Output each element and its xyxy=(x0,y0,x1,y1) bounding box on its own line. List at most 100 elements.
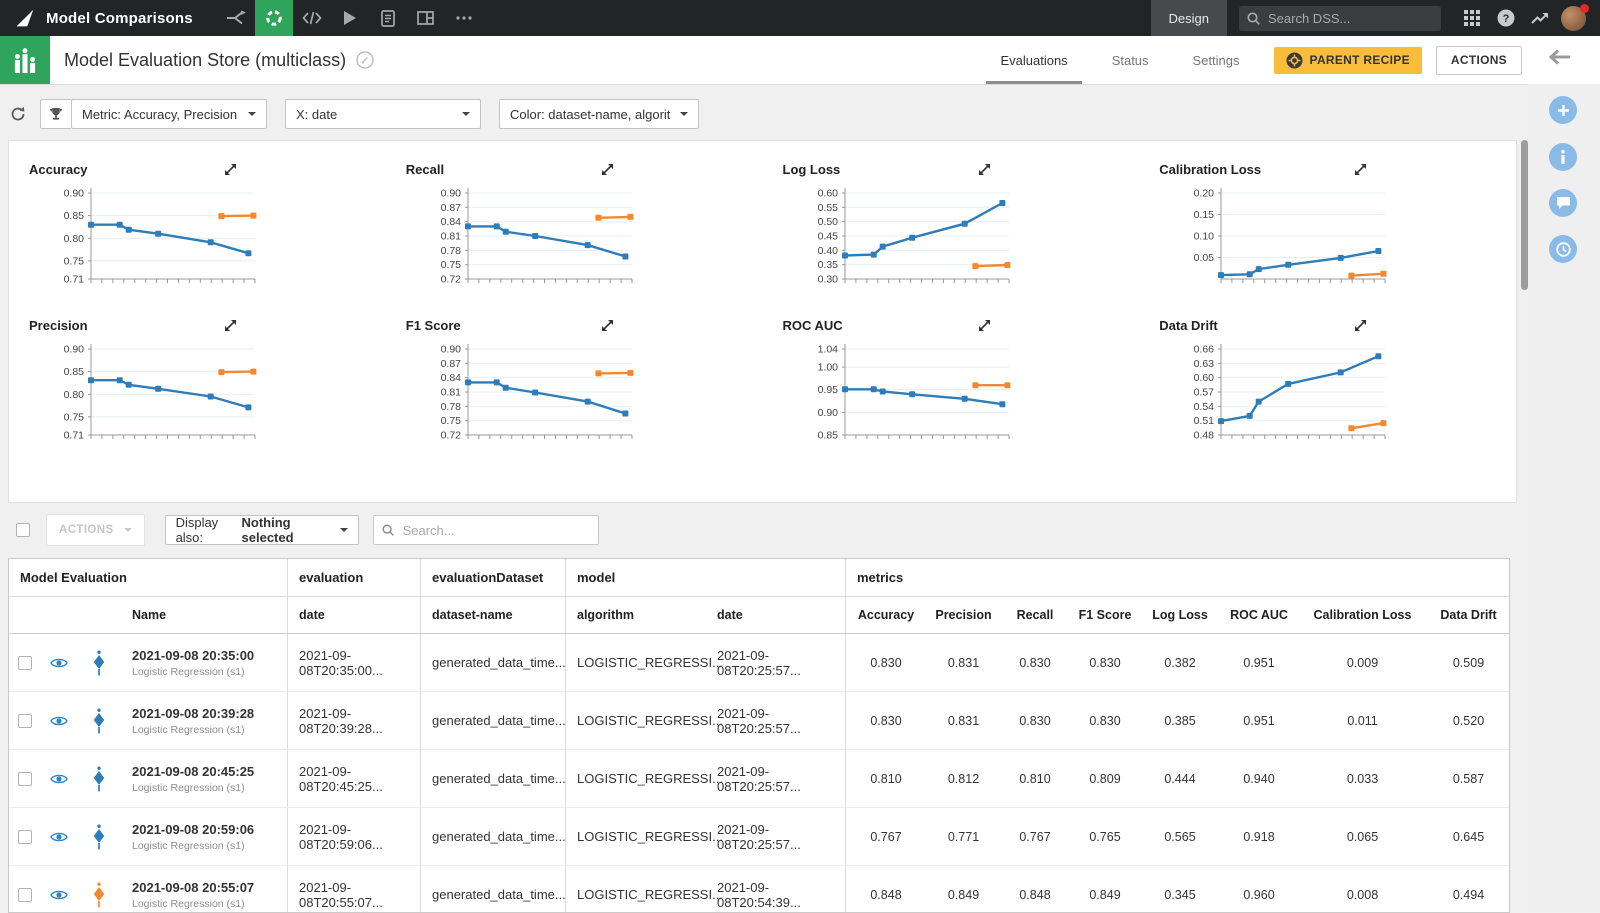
table-row[interactable]: 2021-09-08 20:39:28Logistic Regression (… xyxy=(9,692,1509,750)
metric-value: 0.918 xyxy=(1219,808,1299,865)
chart-plot: 0.900.850.800.750.71 xyxy=(43,339,386,463)
col-header-precision[interactable]: Precision xyxy=(926,597,1001,633)
evaluation-name-cell[interactable]: 2021-09-08 20:39:28Logistic Regression (… xyxy=(121,692,288,749)
preview-eye-icon[interactable] xyxy=(41,808,77,865)
col-header-accuracy[interactable]: Accuracy xyxy=(846,597,926,633)
table-actions-button[interactable]: ACTIONS xyxy=(46,514,145,546)
table-row[interactable]: 2021-09-08 20:35:00Logistic Regression (… xyxy=(9,634,1509,692)
code-icon[interactable] xyxy=(293,0,331,36)
parent-recipe-button[interactable]: PARENT RECIPE xyxy=(1274,47,1422,74)
refresh-icon[interactable] xyxy=(10,106,26,122)
dss-search-input[interactable] xyxy=(1266,10,1420,27)
vertical-scrollbar[interactable] xyxy=(1521,140,1528,290)
row-checkbox[interactable] xyxy=(9,634,41,691)
history-icon[interactable] xyxy=(1549,235,1577,263)
table-row[interactable]: 2021-09-08 20:45:25Logistic Regression (… xyxy=(9,750,1509,808)
svg-text:0.85: 0.85 xyxy=(64,210,85,222)
model-date: 2021-09-08T20:25:57... xyxy=(706,634,846,691)
notebook-icon[interactable] xyxy=(369,0,407,36)
col-header-data-drift[interactable]: Data Drift xyxy=(1426,597,1510,633)
metric-value: 0.008 xyxy=(1299,866,1426,913)
info-icon[interactable] xyxy=(1549,143,1577,171)
metric-value: 0.771 xyxy=(926,808,1001,865)
chart-title: Data Drift xyxy=(1159,318,1218,333)
preview-eye-icon[interactable] xyxy=(41,750,77,807)
expand-chart-icon[interactable] xyxy=(224,319,237,332)
col-header-date[interactable]: date xyxy=(288,597,421,633)
chart-log-loss: Log Loss0.600.550.500.450.400.350.30 xyxy=(763,141,1140,297)
svg-text:0.10: 0.10 xyxy=(1194,231,1215,243)
preview-eye-icon[interactable] xyxy=(41,866,77,913)
preview-eye-icon[interactable] xyxy=(41,692,77,749)
top-navbar: Model Comparisons Design xyxy=(0,0,1600,36)
table-row[interactable]: 2021-09-08 20:59:06Logistic Regression (… xyxy=(9,808,1509,866)
dss-search-box[interactable] xyxy=(1239,6,1441,31)
expand-chart-icon[interactable] xyxy=(1354,319,1367,332)
expand-chart-icon[interactable] xyxy=(601,319,614,332)
display-also-select[interactable]: Display also:Nothing selected xyxy=(165,515,359,545)
evaluation-name-cell[interactable]: 2021-09-08 20:55:07Logistic Regression (… xyxy=(121,866,288,913)
actions-button[interactable]: ACTIONS xyxy=(1436,46,1522,75)
automl-icon[interactable] xyxy=(255,0,293,36)
col-header-roc-auc[interactable]: ROC AUC xyxy=(1219,597,1299,633)
col-header-dataset-name[interactable]: dataset-name xyxy=(421,597,566,633)
svg-text:0.05: 0.05 xyxy=(1194,252,1215,264)
metric-value: 0.849 xyxy=(926,866,1001,913)
page-title: Model Evaluation Store (multiclass) xyxy=(64,50,346,71)
table-search-box[interactable] xyxy=(373,515,599,545)
x-axis-select[interactable]: X: date xyxy=(285,99,481,129)
col-header-f1-score[interactable]: F1 Score xyxy=(1069,597,1141,633)
row-checkbox[interactable] xyxy=(9,750,41,807)
expand-chart-icon[interactable] xyxy=(978,319,991,332)
evaluation-name-cell[interactable]: 2021-09-08 20:35:00Logistic Regression (… xyxy=(121,634,288,691)
dashboard-icon[interactable] xyxy=(407,0,445,36)
evaluation-name: 2021-09-08 20:35:00 xyxy=(132,648,254,663)
tab-evaluations[interactable]: Evaluations xyxy=(1000,36,1067,84)
svg-text:0.75: 0.75 xyxy=(64,411,85,423)
table-search-input[interactable] xyxy=(401,522,585,539)
chevron-down-icon xyxy=(248,112,256,120)
tab-settings[interactable]: Settings xyxy=(1193,36,1240,84)
svg-text:0.90: 0.90 xyxy=(64,188,85,200)
col-header-name[interactable]: Name xyxy=(121,597,288,633)
col-header-log-loss[interactable]: Log Loss xyxy=(1141,597,1219,633)
play-icon[interactable] xyxy=(331,0,369,36)
table-row[interactable]: 2021-09-08 20:55:07Logistic Regression (… xyxy=(9,866,1509,913)
chart-plot: 0.900.870.840.810.780.750.72 xyxy=(420,339,763,463)
preview-eye-icon[interactable] xyxy=(41,634,77,691)
flow-icon[interactable] xyxy=(217,0,255,36)
design-menu[interactable]: Design xyxy=(1151,0,1227,36)
comments-icon[interactable] xyxy=(1549,189,1577,217)
tab-status[interactable]: Status xyxy=(1112,36,1149,84)
evaluation-name-cell[interactable]: 2021-09-08 20:59:06Logistic Regression (… xyxy=(121,808,288,865)
collapse-arrow-icon[interactable] xyxy=(1548,49,1572,65)
add-icon[interactable] xyxy=(1549,96,1577,124)
trending-icon[interactable] xyxy=(1523,0,1557,36)
row-checkbox[interactable] xyxy=(9,808,41,865)
expand-chart-icon[interactable] xyxy=(224,163,237,176)
row-checkbox[interactable] xyxy=(9,692,41,749)
color-select[interactable]: Color: dataset-name, algorithm, xyxy=(499,99,699,129)
help-icon[interactable]: ? xyxy=(1489,0,1523,36)
apps-grid-icon[interactable] xyxy=(1455,0,1489,36)
svg-text:0.90: 0.90 xyxy=(440,188,461,200)
row-checkbox[interactable] xyxy=(9,866,41,913)
more-icon[interactable] xyxy=(445,0,483,36)
chart-title: Log Loss xyxy=(783,162,841,177)
col-header-model-date[interactable]: date xyxy=(706,597,846,633)
expand-chart-icon[interactable] xyxy=(1354,163,1367,176)
metric-value: 0.951 xyxy=(1219,634,1299,691)
svg-text:0.72: 0.72 xyxy=(440,274,461,286)
expand-chart-icon[interactable] xyxy=(601,163,614,176)
svg-text:0.55: 0.55 xyxy=(817,202,838,214)
user-avatar[interactable] xyxy=(1561,6,1586,31)
col-header-recall[interactable]: Recall xyxy=(1001,597,1069,633)
metric-select[interactable]: Metric: Accuracy, Precision, Reca xyxy=(71,99,267,129)
expand-chart-icon[interactable] xyxy=(978,163,991,176)
col-header-algorithm[interactable]: algorithm xyxy=(566,597,706,633)
edit-description-icon[interactable] xyxy=(356,51,374,69)
col-header-calibration-loss[interactable]: Calibration Loss xyxy=(1299,597,1426,633)
chart-recall: Recall0.900.870.840.810.780.750.72 xyxy=(386,141,763,297)
select-all-checkbox[interactable] xyxy=(16,523,30,537)
evaluation-name-cell[interactable]: 2021-09-08 20:45:25Logistic Regression (… xyxy=(121,750,288,807)
